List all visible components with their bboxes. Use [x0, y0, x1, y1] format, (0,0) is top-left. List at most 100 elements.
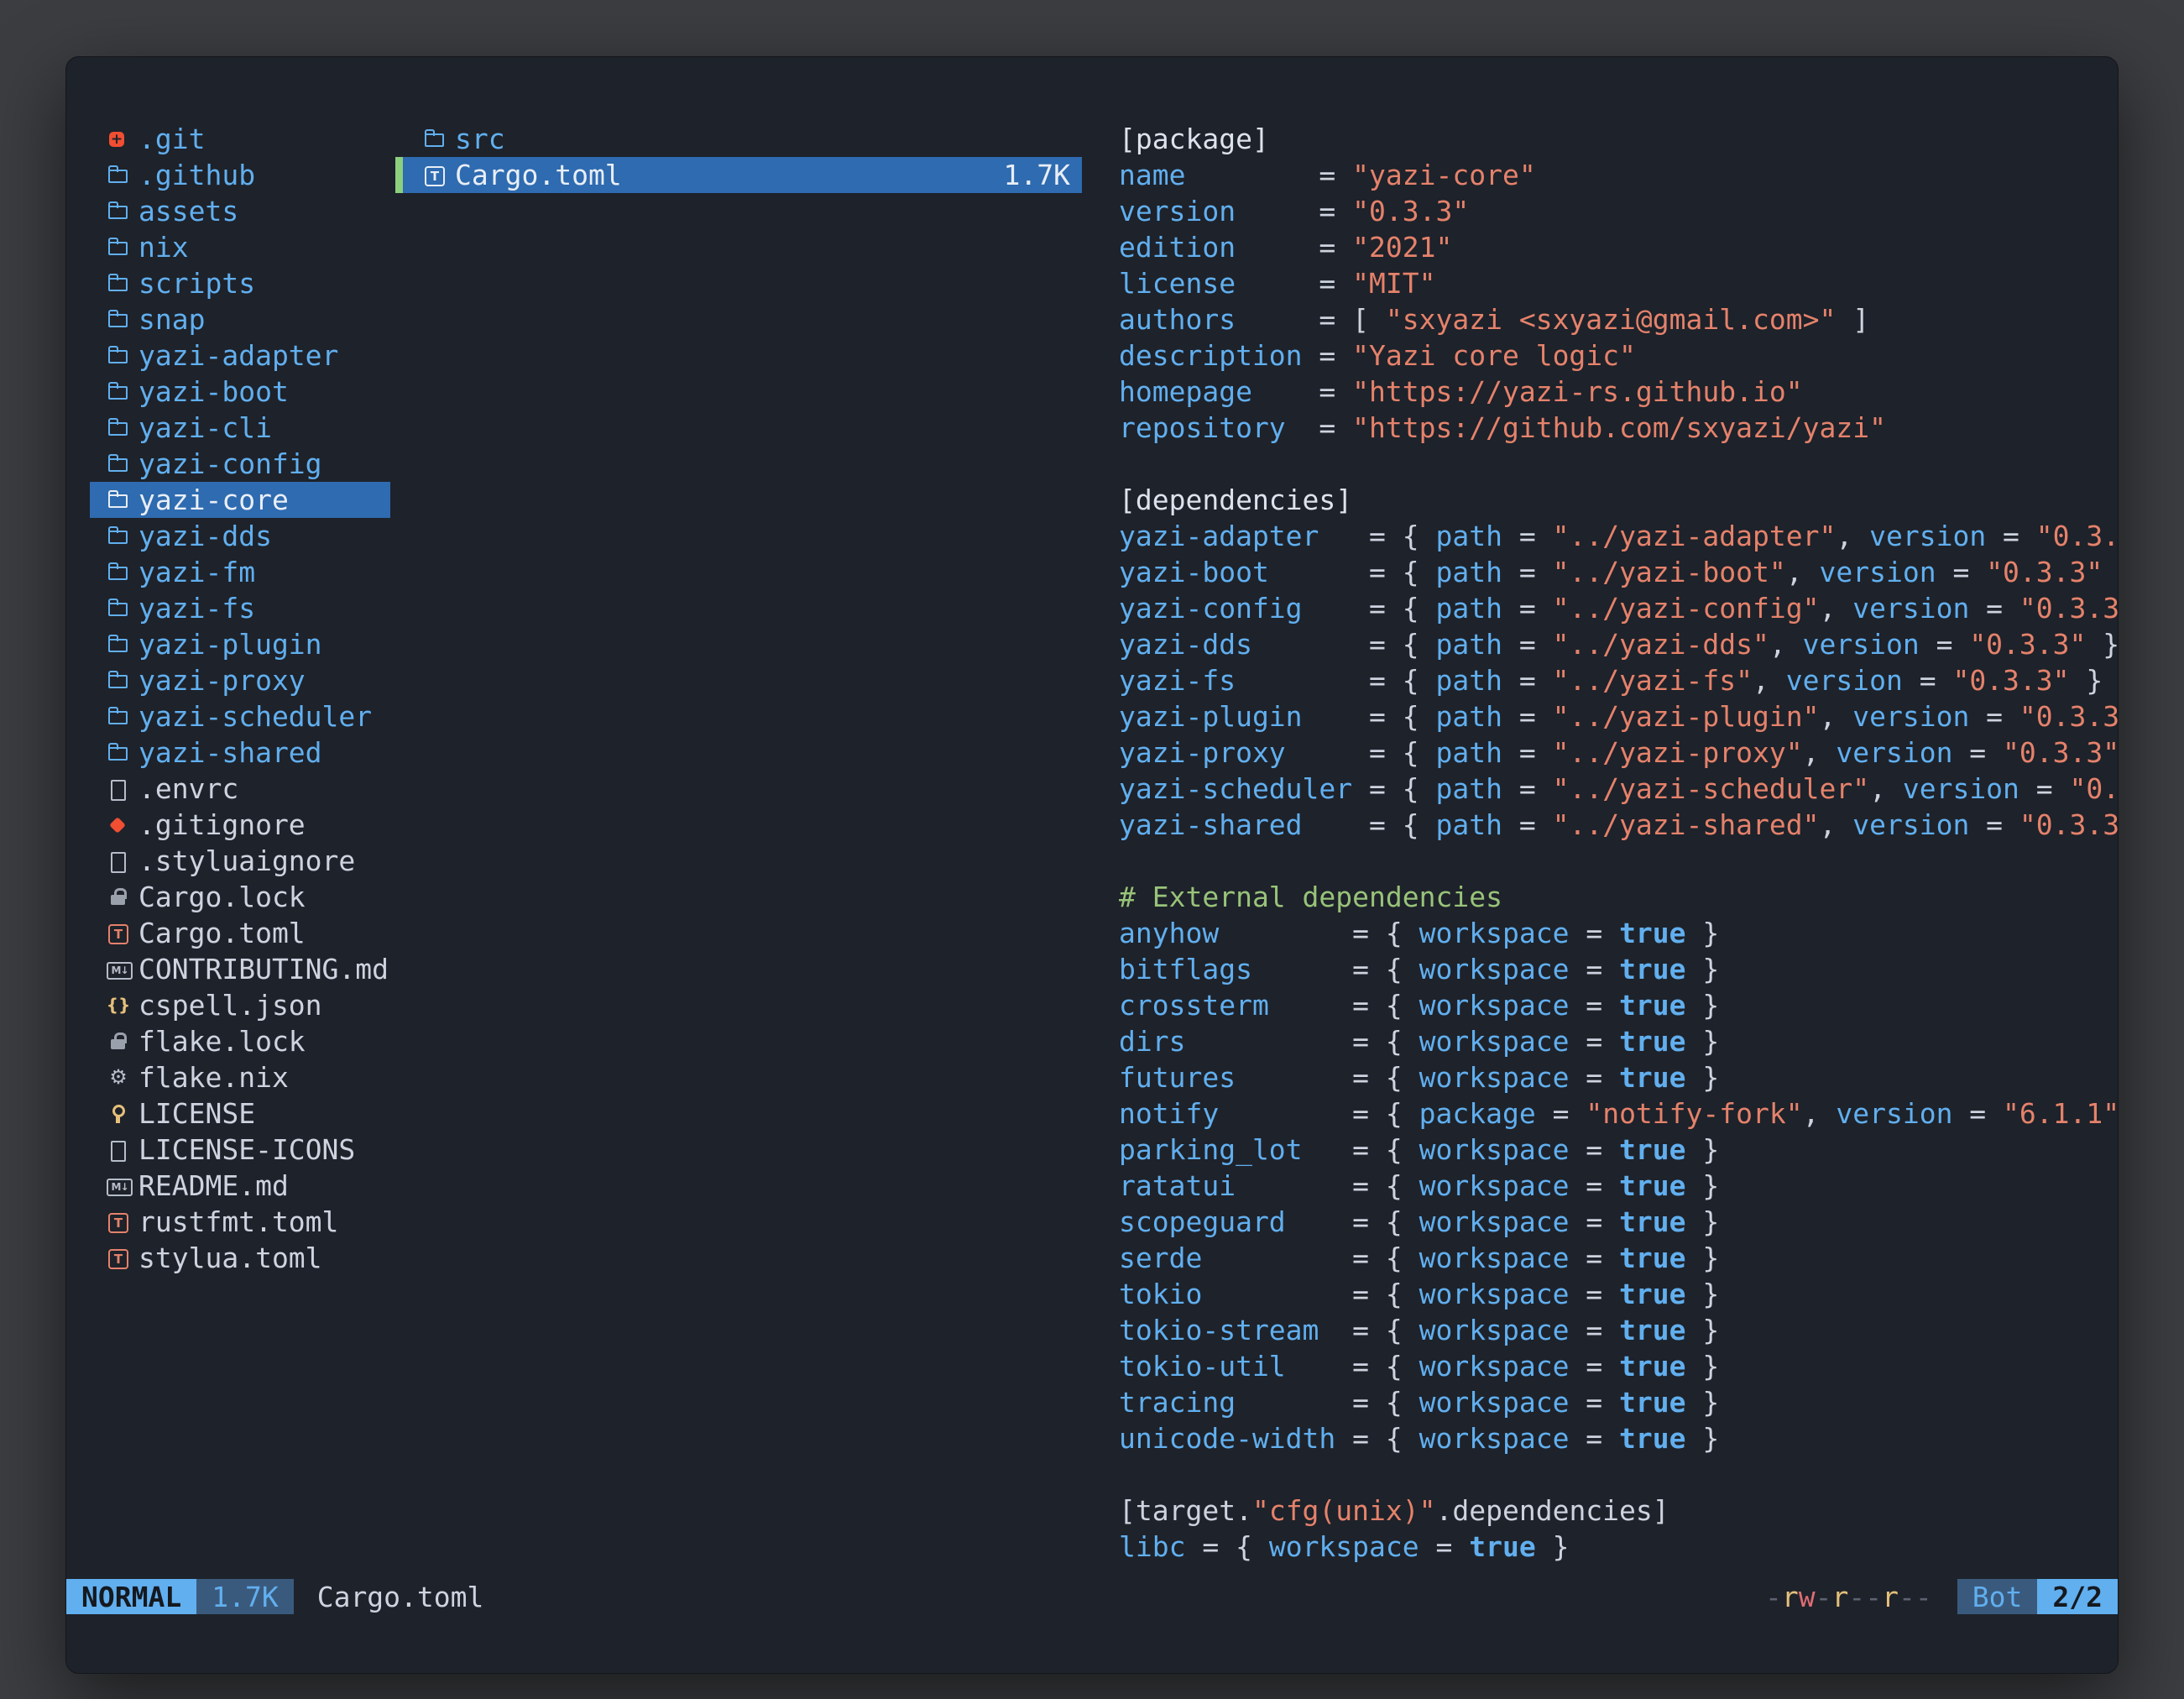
item-label: yazi-scheduler — [138, 698, 372, 734]
preview-line: license = "MIT" — [1119, 265, 2118, 301]
folder-icon — [107, 518, 130, 554]
list-item[interactable]: yazi-fs — [90, 590, 390, 626]
list-item[interactable]: cspell.json — [90, 987, 390, 1023]
file-size-badge: 1.7K — [196, 1579, 293, 1614]
list-item[interactable]: yazi-scheduler — [90, 698, 390, 734]
item-label: LICENSE — [138, 1095, 255, 1132]
preview-line: libc = { workspace = true } — [1119, 1529, 2118, 1565]
folder-icon — [107, 698, 130, 734]
item-label: .git — [138, 121, 205, 157]
item-label: yazi-fm — [138, 554, 255, 590]
list-item[interactable]: .git — [90, 121, 390, 157]
preview-line: [target."cfg(unix)".dependencies] — [1119, 1493, 2118, 1529]
list-item[interactable]: assets — [90, 193, 390, 229]
preview-line: yazi-plugin = { path = "../yazi-plugin",… — [1119, 698, 2118, 734]
preview-line: tokio = { workspace = true } — [1119, 1276, 2118, 1312]
item-label: nix — [138, 229, 189, 265]
preview-line: tokio-util = { workspace = true } — [1119, 1348, 2118, 1384]
folder-icon — [107, 626, 130, 662]
preview-line: tracing = { workspace = true } — [1119, 1384, 2118, 1420]
git-icon — [107, 121, 130, 157]
preview-line: scopeguard = { workspace = true } — [1119, 1204, 2118, 1240]
status-filename: Cargo.toml — [317, 1579, 484, 1614]
list-item[interactable]: scripts — [90, 265, 390, 301]
list-item[interactable]: yazi-core — [90, 482, 390, 518]
item-label: CONTRIBUTING.md — [138, 951, 389, 987]
list-item[interactable]: nix — [90, 229, 390, 265]
folder-icon — [107, 157, 130, 193]
preview-line: description = "Yazi core logic" — [1119, 337, 2118, 374]
list-item[interactable]: yazi-boot — [90, 374, 390, 410]
folder-icon — [107, 590, 130, 626]
list-item[interactable]: yazi-cli — [90, 410, 390, 446]
item-label: README.md — [138, 1168, 289, 1204]
item-label: snap — [138, 301, 205, 337]
position-count-badge: 2/2 — [2037, 1579, 2118, 1614]
preview-line: serde = { workspace = true } — [1119, 1240, 2118, 1276]
folder-icon — [107, 229, 130, 265]
list-item[interactable]: .gitignore — [90, 807, 390, 843]
preview-line: yazi-dds = { path = "../yazi-dds", versi… — [1119, 626, 2118, 662]
list-item[interactable]: yazi-shared — [90, 734, 390, 771]
item-label: stylua.toml — [138, 1240, 322, 1276]
list-item[interactable]: Cargo.toml1.7K — [395, 157, 1082, 193]
file-icon — [107, 771, 130, 807]
list-item[interactable]: yazi-config — [90, 446, 390, 482]
list-item[interactable]: yazi-plugin — [90, 626, 390, 662]
list-item[interactable]: snap — [90, 301, 390, 337]
list-item[interactable]: CONTRIBUTING.md — [90, 951, 390, 987]
parent-pane: .git.githubassetsnixscriptssnapyazi-adap… — [90, 121, 390, 1276]
json-icon — [107, 987, 130, 1023]
item-label: src — [455, 121, 505, 157]
folder-icon — [107, 193, 130, 229]
list-item[interactable]: rustfmt.toml — [90, 1204, 390, 1240]
lock-icon — [107, 1023, 130, 1059]
list-item[interactable]: .github — [90, 157, 390, 193]
yazi-window: .git.githubassetsnixscriptssnapyazi-adap… — [65, 56, 2119, 1674]
item-label: .envrc — [138, 771, 238, 807]
list-item[interactable]: Cargo.toml — [90, 915, 390, 951]
folder-icon — [107, 337, 130, 374]
preview-line: yazi-proxy = { path = "../yazi-proxy", v… — [1119, 734, 2118, 771]
list-item[interactable]: stylua.toml — [90, 1240, 390, 1276]
list-item[interactable]: README.md — [90, 1168, 390, 1204]
item-label: yazi-boot — [138, 374, 289, 410]
item-label: rustfmt.toml — [138, 1204, 338, 1240]
list-item[interactable]: yazi-dds — [90, 518, 390, 554]
preview-line: version = "0.3.3" — [1119, 193, 2118, 229]
item-label: yazi-core — [138, 482, 289, 518]
preview-line: yazi-config = { path = "../yazi-config",… — [1119, 590, 2118, 626]
folder-icon — [423, 121, 447, 157]
list-item[interactable]: yazi-fm — [90, 554, 390, 590]
item-label: .gitignore — [138, 807, 306, 843]
preview-line: name = "yazi-core" — [1119, 157, 2118, 193]
list-item[interactable]: Cargo.lock — [90, 879, 390, 915]
preview-line: unicode-width = { workspace = true } — [1119, 1420, 2118, 1456]
current-pane: srcCargo.toml1.7K — [395, 121, 1082, 193]
folder-icon — [107, 482, 130, 518]
list-item[interactable]: flake.nix — [90, 1059, 390, 1095]
license-icon — [107, 1095, 130, 1132]
preview-line: ratatui = { workspace = true } — [1119, 1168, 2118, 1204]
desktop: { "colors": { "desktop_bg": "#3b3d40", "… — [0, 0, 2184, 1699]
file-icon — [107, 1132, 130, 1168]
preview-line — [1119, 843, 2118, 879]
list-item[interactable]: yazi-proxy — [90, 662, 390, 698]
preview-line: tokio-stream = { workspace = true } — [1119, 1312, 2118, 1348]
list-item[interactable]: .styluaignore — [90, 843, 390, 879]
list-item[interactable]: LICENSE — [90, 1095, 390, 1132]
item-label: yazi-config — [138, 446, 322, 482]
item-label: yazi-adapter — [138, 337, 338, 374]
list-item[interactable]: .envrc — [90, 771, 390, 807]
preview-line: edition = "2021" — [1119, 229, 2118, 265]
preview-line: crossterm = { workspace = true } — [1119, 987, 2118, 1023]
preview-line: notify = { package = "notify-fork", vers… — [1119, 1095, 2118, 1132]
list-item[interactable]: yazi-adapter — [90, 337, 390, 374]
preview-pane: [package]name = "yazi-core"version = "0.… — [1119, 121, 2118, 1581]
list-item[interactable]: src — [395, 121, 1082, 157]
toml-icon — [107, 1204, 130, 1240]
list-item[interactable]: LICENSE-ICONS — [90, 1132, 390, 1168]
item-label: scripts — [138, 265, 255, 301]
nix-icon — [107, 1059, 130, 1095]
list-item[interactable]: flake.lock — [90, 1023, 390, 1059]
